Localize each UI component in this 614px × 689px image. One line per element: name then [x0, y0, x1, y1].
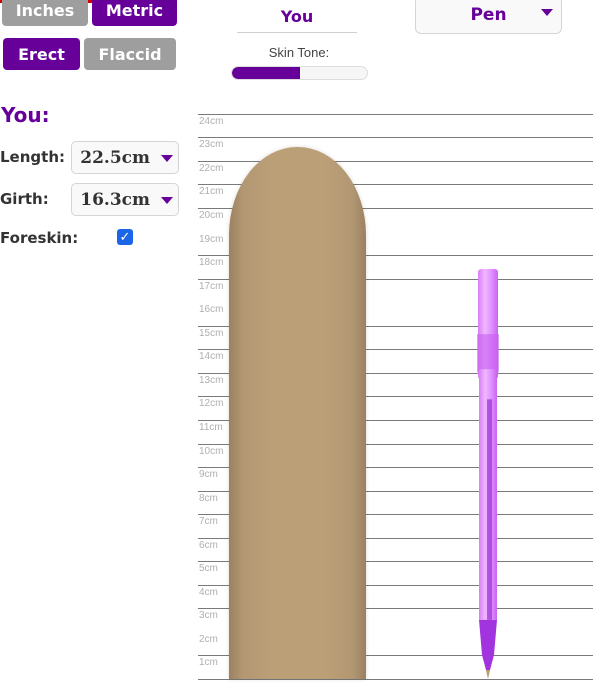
tick-label: 8cm: [199, 493, 218, 504]
pen-ink: [487, 399, 492, 620]
tick-label: 10cm: [199, 446, 224, 457]
tick-label: 11cm: [199, 422, 223, 433]
tick-label: 1cm: [199, 657, 218, 668]
tick-label: 3cm: [199, 610, 218, 621]
tick-label: 23cm: [199, 139, 224, 150]
tick-label: 2cm: [199, 634, 218, 645]
pen-point: [486, 669, 490, 679]
tick-label: 4cm: [199, 587, 218, 598]
gridline: [198, 114, 593, 115]
pen-tip: [479, 619, 497, 670]
tick-label: 17cm: [199, 281, 224, 292]
tick-label: 12cm: [199, 398, 224, 409]
you-shape: [229, 147, 366, 679]
pen-icon: [477, 269, 499, 679]
tick-label: 9cm: [199, 469, 218, 480]
tick-label: 15cm: [199, 328, 224, 339]
tick-label: 14cm: [199, 351, 224, 362]
gridline: [198, 679, 593, 680]
gridline: [198, 137, 593, 138]
tick-label: 16cm: [199, 304, 224, 315]
tick-label: 18cm: [199, 257, 224, 268]
pen-clip: [477, 334, 499, 373]
tick-label: 20cm: [199, 210, 224, 221]
tick-label: 24cm: [199, 116, 224, 127]
tick-label: 19cm: [199, 234, 224, 245]
tick-label: 22cm: [199, 163, 224, 174]
tick-label: 7cm: [199, 516, 218, 527]
tick-label: 13cm: [199, 375, 224, 386]
tick-label: 6cm: [199, 540, 218, 551]
comparison-chart: 1cm 2cm 3cm 4cm 5cm 6cm 7cm 8cm 9cm 10cm 11cm 12cm 1…: [0, 0, 614, 689]
tick-label: 21cm: [199, 186, 224, 197]
tick-label: 5cm: [199, 563, 218, 574]
